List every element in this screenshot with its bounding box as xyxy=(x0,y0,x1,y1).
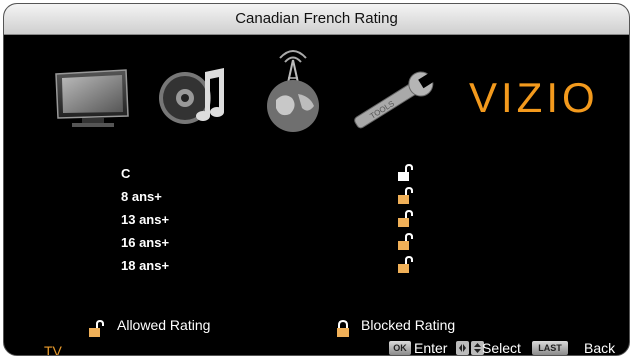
rating-label-13-ans[interactable]: 13 ans+ xyxy=(121,212,169,227)
legend-blocked-label: Blocked Rating xyxy=(361,317,456,333)
allowed-lock-icon xyxy=(89,320,104,337)
title-bar: Canadian French Rating xyxy=(4,4,629,35)
unlocked-padlock-icon[interactable] xyxy=(397,233,415,251)
rating-label-18-ans[interactable]: 18 ans+ xyxy=(121,258,169,273)
unlocked-padlock-icon[interactable] xyxy=(397,164,415,182)
vizio-logo: VIZIO xyxy=(469,74,599,121)
rating-label-8-ans[interactable]: 8 ans+ xyxy=(121,189,162,204)
unlocked-padlock-icon[interactable] xyxy=(397,187,415,205)
enter-hint: Enter xyxy=(414,340,448,356)
last-key-icon: LAST xyxy=(532,341,568,355)
rating-label-c[interactable]: C xyxy=(121,166,130,181)
menu-screen: Canadian French Rating TOOLS VIZIO C 8 a… xyxy=(3,3,630,356)
tools-wrench-icon[interactable]: TOOLS xyxy=(344,70,440,134)
unlocked-padlock-icon[interactable] xyxy=(397,210,415,228)
globe-antenna-icon[interactable] xyxy=(262,44,324,134)
tv-icon[interactable] xyxy=(52,68,132,128)
select-hint: Select xyxy=(482,340,521,356)
ok-key-icon: OK xyxy=(389,341,411,355)
rating-label-16-ans[interactable]: 16 ans+ xyxy=(121,235,169,250)
unlocked-padlock-icon[interactable] xyxy=(397,256,415,274)
arrow-keys-icon xyxy=(456,341,484,355)
blocked-lock-icon xyxy=(337,320,349,337)
music-icon[interactable] xyxy=(159,66,229,128)
page-title: Canadian French Rating xyxy=(235,10,398,27)
legend-allowed-label: Allowed Rating xyxy=(117,317,211,333)
input-source-label: TV xyxy=(44,343,62,356)
back-hint: Back xyxy=(584,340,616,356)
